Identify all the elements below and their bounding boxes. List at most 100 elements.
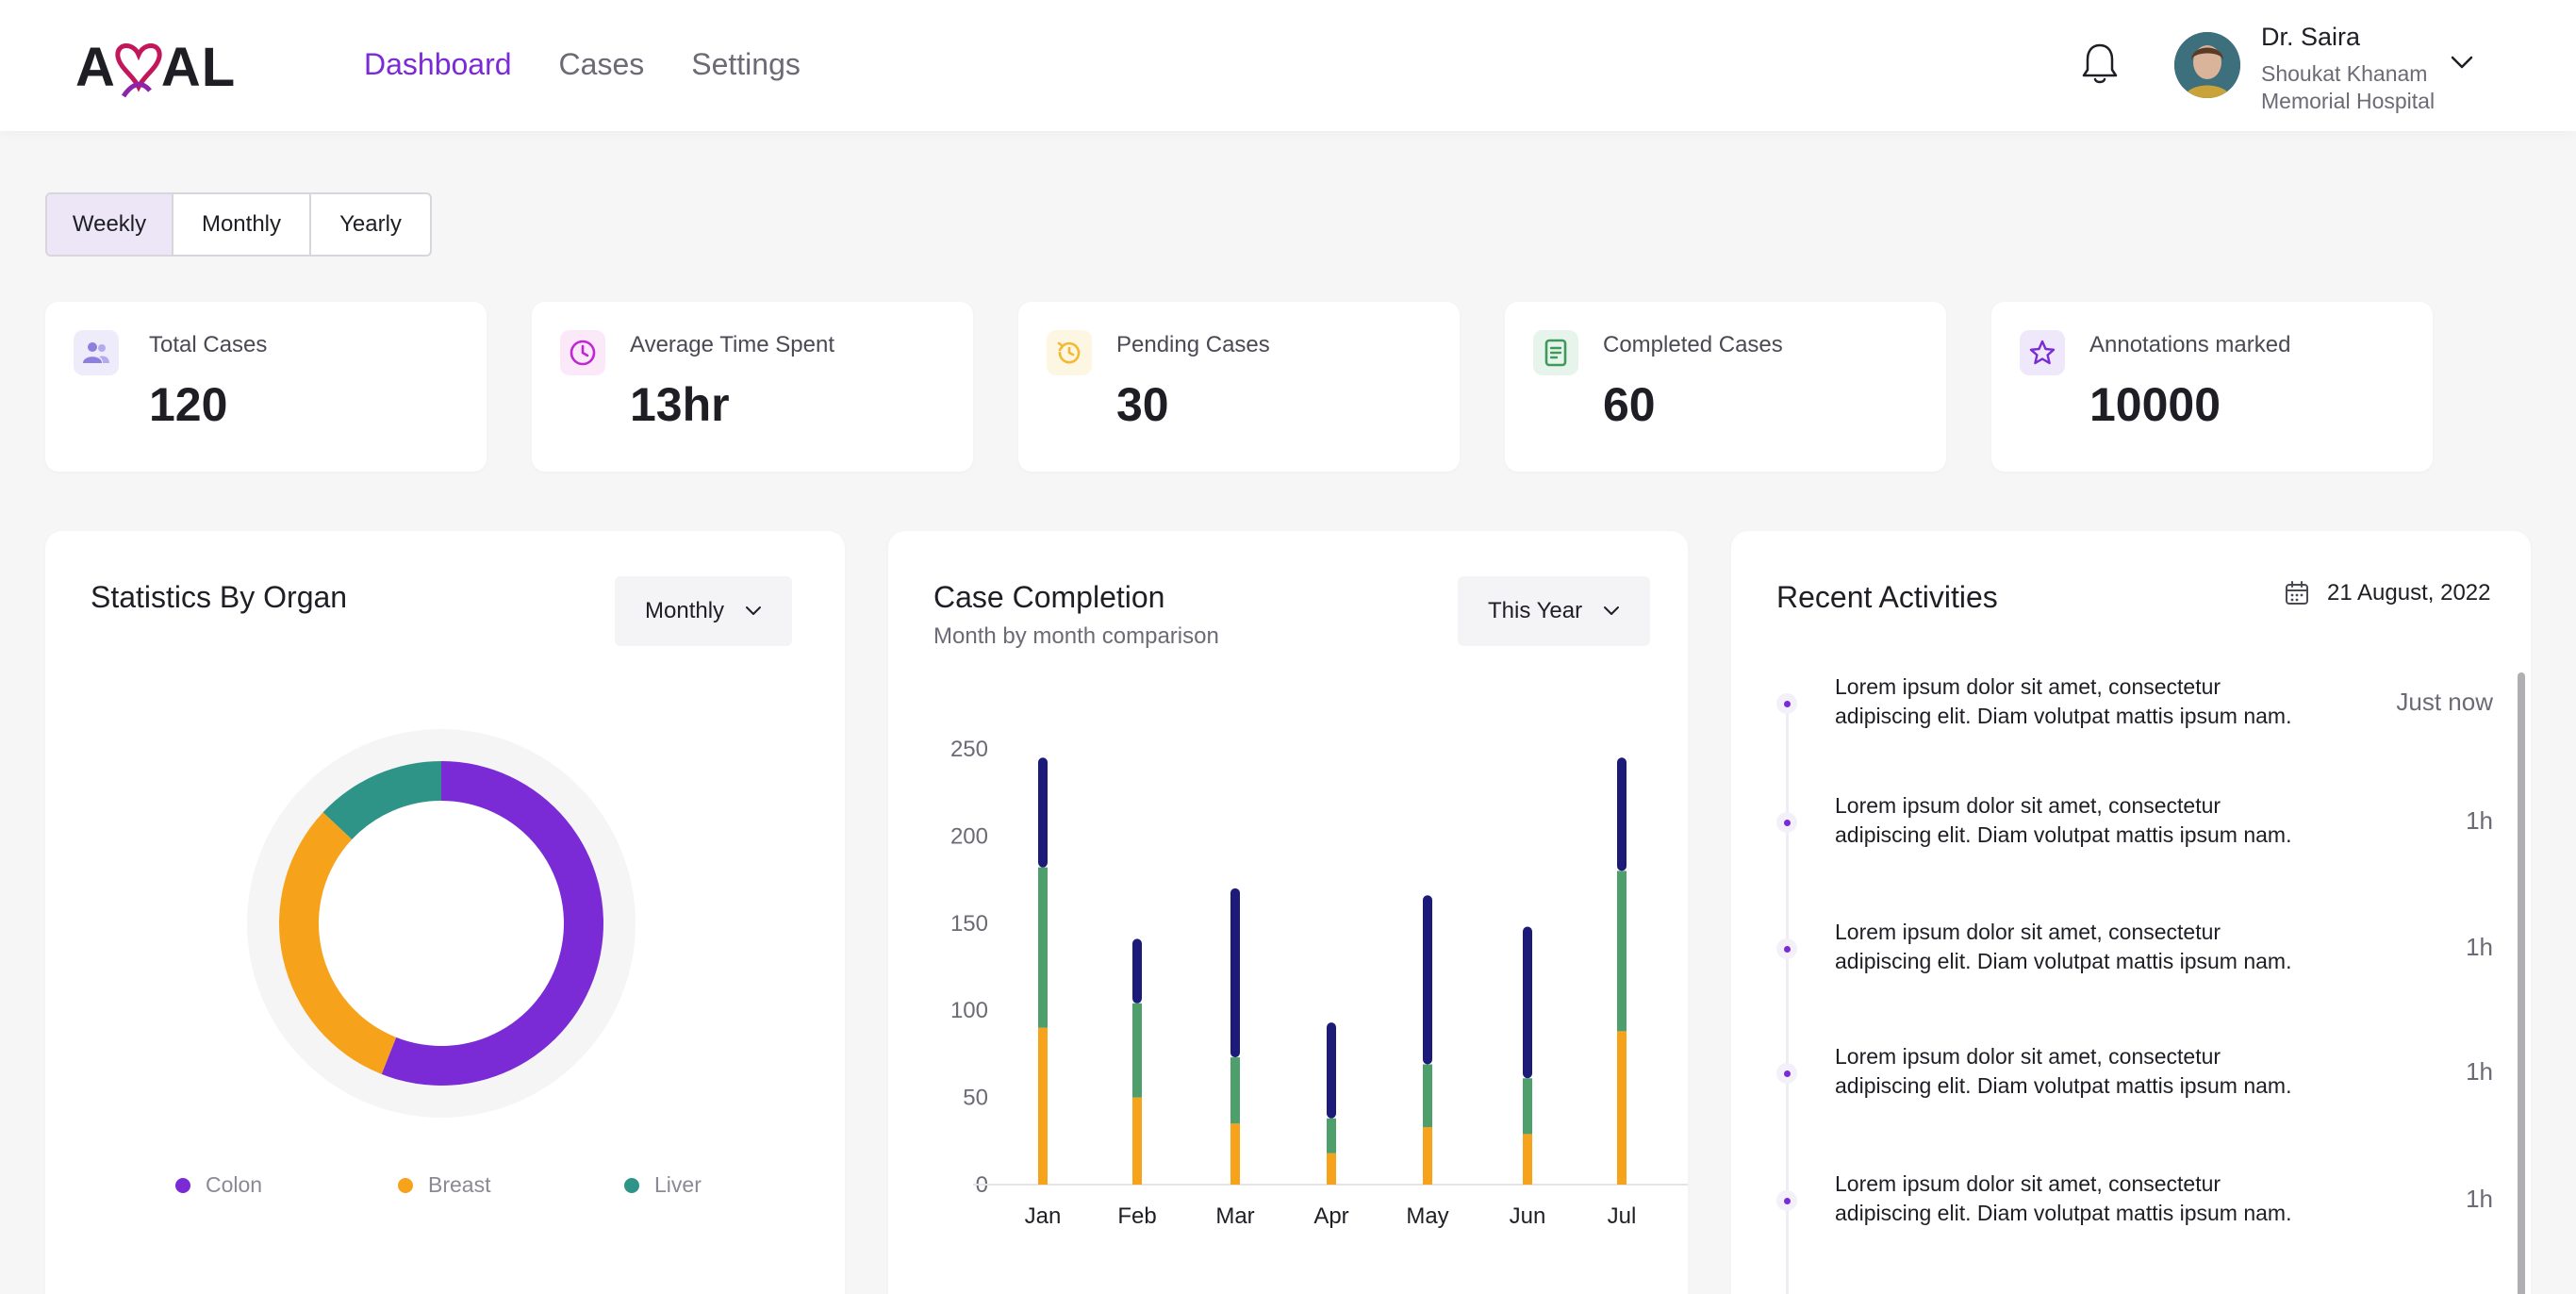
bar-segment-jun-0[interactable] (1523, 1134, 1532, 1185)
activities-date[interactable]: 21 August, 2022 (2284, 580, 2490, 606)
activity-text-line: adipiscing elit. Diam volutpat mattis ip… (1835, 1073, 2292, 1098)
case-completion-subtitle: Month by month comparison (933, 623, 1219, 649)
x-tick-label: Mar (1215, 1203, 1254, 1229)
activity-text-line: adipiscing elit. Diam volutpat mattis ip… (1835, 704, 2292, 728)
nav-dashboard[interactable]: Dashboard (364, 47, 512, 82)
case-completion-panel: Case Completion Month by month compariso… (888, 531, 1688, 1294)
user-organization: Shoukat Khanam Memorial Hospital (2261, 60, 2469, 115)
activity-text-line: adipiscing elit. Diam volutpat mattis ip… (1835, 949, 2292, 973)
activity-time: 1h (2466, 1057, 2493, 1086)
activity-time: Just now (2396, 688, 2493, 716)
bar-segment-mar-1[interactable] (1230, 1057, 1240, 1124)
bar-segment-mar-0[interactable] (1230, 1123, 1240, 1185)
activity-text-line: Lorem ipsum dolor sit amet, consectetur (1835, 793, 2221, 818)
bar-segment-jul-2[interactable] (1617, 757, 1627, 871)
activity-text-line: Lorem ipsum dolor sit amet, consectetur (1835, 1044, 2221, 1069)
main-nav: Dashboard Cases Settings (364, 47, 848, 82)
clock-icon (560, 330, 605, 375)
legend-label: Breast (428, 1172, 491, 1197)
users-icon (74, 330, 119, 375)
stat-label: Annotations marked (2089, 332, 2291, 357)
avatar-portrait-icon (2174, 32, 2240, 98)
user-avatar[interactable] (2174, 32, 2240, 98)
document-icon (1533, 330, 1578, 375)
organ-period-value: Monthly (645, 598, 725, 623)
organ-period-dropdown[interactable]: Monthly (615, 576, 793, 646)
activity-text: Lorem ipsum dolor sit amet, consectetur … (1835, 1170, 2325, 1228)
user-org-line-2: Memorial Hospital (2261, 89, 2436, 113)
completion-period-dropdown[interactable]: This Year (1458, 576, 1651, 646)
stat-value: 13hr (630, 378, 730, 431)
activity-time: 1h (2466, 933, 2493, 961)
bar-segment-feb-1[interactable] (1132, 1003, 1142, 1098)
case-completion-title: Case Completion (933, 580, 1165, 614)
bar-segment-jul-1[interactable] (1617, 871, 1627, 1032)
logo-text-right: AL (160, 36, 237, 98)
bar-segment-may-0[interactable] (1423, 1127, 1432, 1185)
bar-segment-jan-1[interactable] (1038, 867, 1048, 1028)
activity-text-line: adipiscing elit. Diam volutpat mattis ip… (1835, 822, 2292, 847)
chevron-down-icon (1604, 606, 1620, 615)
bar-segment-apr-1[interactable] (1327, 1118, 1336, 1153)
period-toggle: Weekly Monthly Yearly (45, 192, 432, 257)
toggle-weekly[interactable]: Weekly (47, 194, 173, 255)
bar-segment-jul-0[interactable] (1617, 1031, 1627, 1185)
bar-segment-jan-0[interactable] (1038, 1027, 1048, 1185)
recent-activities-title: Recent Activities (1776, 580, 1998, 614)
y-tick-label: 100 (950, 998, 988, 1023)
stat-value: 60 (1603, 378, 1656, 431)
bar-segment-jun-1[interactable] (1523, 1078, 1532, 1135)
organ-statistics-panel: Statistics By Organ Monthly Colon Breast… (45, 531, 845, 1294)
stat-card-completed-cases: Completed Cases 60 (1505, 302, 1946, 472)
x-tick-label: May (1406, 1203, 1448, 1229)
legend-label: Liver (654, 1172, 702, 1197)
bar-segment-may-1[interactable] (1423, 1064, 1432, 1128)
activity-text: Lorem ipsum dolor sit amet, consectetur … (1835, 791, 2325, 850)
bar-segment-feb-0[interactable] (1132, 1097, 1142, 1185)
stat-label: Completed Cases (1603, 332, 1783, 357)
app-logo[interactable]: A AL (75, 34, 236, 100)
timeline-dot (1776, 938, 1797, 959)
x-tick-label: Feb (1117, 1203, 1156, 1229)
bar-segment-may-2[interactable] (1423, 895, 1432, 1065)
completion-period-value: This Year (1488, 598, 1583, 623)
nav-cases[interactable]: Cases (559, 47, 645, 82)
legend-item-breast: Breast (398, 1172, 490, 1198)
user-name: Dr. Saira (2261, 23, 2361, 51)
activity-text-line: Lorem ipsum dolor sit amet, consectetur (1835, 1171, 2221, 1196)
organ-donut-chart (247, 729, 636, 1118)
user-menu-chevron-down-icon[interactable] (2450, 55, 2474, 70)
stat-value: 120 (149, 378, 228, 431)
bar-segment-jan-2[interactable] (1038, 757, 1048, 868)
timeline-dot (1776, 693, 1797, 714)
y-tick-label: 50 (963, 1086, 988, 1111)
chevron-down-icon (746, 606, 762, 615)
activities-date-text: 21 August, 2022 (2327, 580, 2491, 606)
legend-dot-breast (398, 1177, 413, 1193)
legend-item-colon: Colon (175, 1172, 262, 1198)
legend-label: Colon (206, 1172, 263, 1197)
bar-segment-mar-2[interactable] (1230, 888, 1240, 1058)
heart-logo-icon (115, 43, 162, 98)
activity-time: 1h (2466, 806, 2493, 835)
user-org-line-1: Shoukat Khanam (2261, 61, 2428, 86)
notification-bell-icon[interactable] (2079, 41, 2121, 87)
bar-segment-apr-0[interactable] (1327, 1153, 1336, 1185)
bar-segment-feb-2[interactable] (1132, 938, 1142, 1004)
activity-time: 1h (2466, 1185, 2493, 1213)
toggle-yearly[interactable]: Yearly (311, 194, 430, 255)
activity-text: Lorem ipsum dolor sit amet, consectetur … (1835, 672, 2325, 731)
bar-segment-jun-2[interactable] (1523, 926, 1532, 1079)
stat-value: 30 (1116, 378, 1169, 431)
activity-text-line: Lorem ipsum dolor sit amet, consectetur (1835, 674, 2221, 699)
stat-card-annotations: Annotations marked 10000 (1991, 302, 2433, 472)
timeline-dot (1776, 812, 1797, 833)
activity-text: Lorem ipsum dolor sit amet, consectetur … (1835, 1042, 2325, 1101)
nav-settings[interactable]: Settings (691, 47, 801, 82)
organ-statistics-title: Statistics By Organ (91, 580, 348, 614)
activities-scrollbar[interactable] (2518, 672, 2525, 1294)
bar-segment-apr-2[interactable] (1327, 1022, 1336, 1119)
x-tick-label: Apr (1313, 1203, 1348, 1229)
toggle-monthly[interactable]: Monthly (173, 194, 311, 255)
stat-label: Pending Cases (1116, 332, 1270, 357)
